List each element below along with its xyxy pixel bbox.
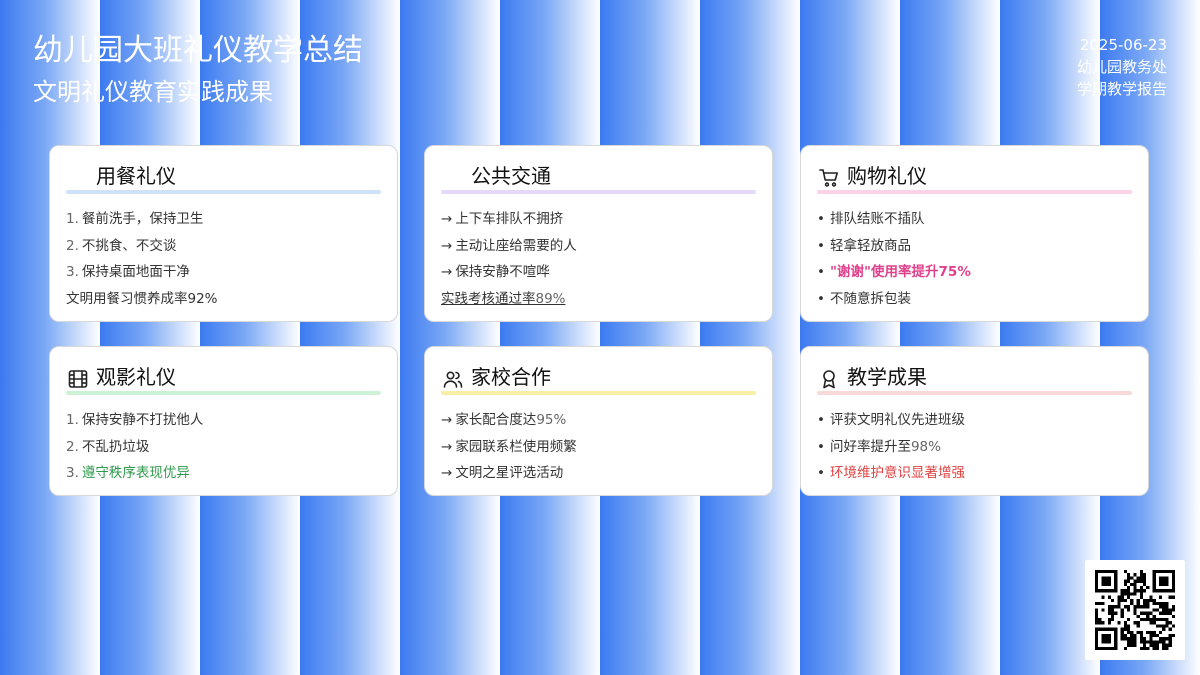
card-list: • 评获文明礼仪先进班级 • 问好率提升至98% • 环境维护意识显著增强 <box>817 407 1132 487</box>
qr-code[interactable] <box>1085 560 1185 660</box>
qr-code-image <box>1095 570 1175 650</box>
report-type: 学期教学报告 <box>1076 80 1167 98</box>
card-accent-line <box>66 391 381 395</box>
card-cinema: 观影礼仪 1. 保持安静不打扰他人 2. 不乱扔垃圾 3. 遵守秩序表现优异 <box>49 346 398 496</box>
header-left: 幼儿园大班礼仪教学总结 文明礼仪教育实践成果 <box>33 32 363 108</box>
list-item: → 保持安静不喧哗 <box>441 264 550 280</box>
card-accent-line <box>441 190 756 194</box>
list-item: 3. 保持桌面地面干净 <box>66 264 190 280</box>
list-item: → 主动让座给需要的人 <box>441 237 577 254</box>
highlight-item: • "谢谢"使用率提升75% <box>817 264 971 280</box>
list-item: → 家长配合度达95% <box>441 412 567 428</box>
card-accent-line <box>66 190 381 194</box>
list-item: • 轻拿轻放商品 <box>817 237 911 254</box>
list-item: • 不随意拆包装 <box>817 290 911 307</box>
header-meta: 2025-06-23 幼儿园教务处 学期教学报告 <box>1077 34 1167 100</box>
film-icon <box>68 369 88 389</box>
highlight-item: 实践考核通过率89% <box>441 290 566 307</box>
list-item: 2. 不挑食、不交谈 <box>66 237 177 254</box>
card-title: 用餐礼仪 <box>96 164 176 188</box>
card-list: 1. 餐前洗手，保持卫生 2. 不挑食、不交谈 3. 保持桌面地面干净 文明用餐习惯养… <box>66 206 381 312</box>
users-icon <box>443 369 463 389</box>
highlight-item: 文明用餐习惯养成率92% <box>66 290 218 307</box>
list-item: → 家园联系栏使用频繁 <box>441 438 577 455</box>
card-list: • 排队结账不插队 • 轻拿轻放商品 • "谢谢"使用率提升75% • 不随意拆包装 <box>817 206 1132 312</box>
shopping-cart-icon <box>819 168 839 188</box>
card-header: 教学成果 <box>817 363 1132 389</box>
list-item: 2. 不乱扔垃圾 <box>66 438 150 455</box>
card-list: → 家长配合度达95% → 家园联系栏使用频繁 → 文明之星评选活动 <box>441 407 756 487</box>
card-list: 1. 保持安静不打扰他人 2. 不乱扔垃圾 3. 遵守秩序表现优异 <box>66 407 381 487</box>
report-date: 2025-06-23 <box>1079 36 1167 54</box>
page-subtitle: 文明礼仪教育实践成果 <box>33 78 273 106</box>
card-title: 教学成果 <box>847 365 927 389</box>
card-title: 观影礼仪 <box>96 365 176 389</box>
card-shopping: 购物礼仪 • 排队结账不插队 • 轻拿轻放商品 • "谢谢"使用率提升75% • 不随意… <box>800 145 1149 322</box>
list-item: • 问好率提升至98% <box>817 438 941 455</box>
list-item: → 文明之星评选活动 <box>441 465 564 481</box>
card-accent-line <box>817 190 1132 194</box>
placeholder-icon <box>68 168 88 188</box>
card-header: 公共交通 <box>441 162 756 188</box>
award-icon <box>819 369 839 389</box>
highlight-item: 3. 遵守秩序表现优异 <box>66 465 190 481</box>
card-header: 家校合作 <box>441 363 756 389</box>
list-item: • 评获文明礼仪先进班级 <box>817 412 965 428</box>
list-item: 1. 保持安静不打扰他人 <box>66 412 204 428</box>
list-item: • 排队结账不插队 <box>817 211 925 227</box>
card-transport: 公共交通 → 上下车排队不拥挤 → 主动让座给需要的人 → 保持安静不喧哗 实践考核通… <box>424 145 773 322</box>
card-dining: 用餐礼仪 1. 餐前洗手，保持卫生 2. 不挑食、不交谈 3. 保持桌面地面干净 文明… <box>49 145 398 322</box>
card-header: 观影礼仪 <box>66 363 381 389</box>
card-header: 购物礼仪 <box>817 162 1132 188</box>
card-header: 用餐礼仪 <box>66 162 381 188</box>
list-item: → 上下车排队不拥挤 <box>441 211 564 227</box>
card-accent-line <box>441 391 756 395</box>
placeholder-icon <box>443 168 463 188</box>
card-results: 教学成果 • 评获文明礼仪先进班级 • 问好率提升至98% • 环境维护意识显著增强 <box>800 346 1149 496</box>
page-title: 幼儿园大班礼仪教学总结 <box>33 33 363 68</box>
card-home-school: 家校合作 → 家长配合度达95% → 家园联系栏使用频繁 → 文明之星评选活动 <box>424 346 773 496</box>
highlight-item: • 环境维护意识显著增强 <box>817 465 965 481</box>
card-title: 家校合作 <box>471 365 551 389</box>
list-item: 1. 餐前洗手，保持卫生 <box>66 211 204 227</box>
card-list: → 上下车排队不拥挤 → 主动让座给需要的人 → 保持安静不喧哗 实践考核通过率89% <box>441 206 756 312</box>
report-department: 幼儿园教务处 <box>1076 58 1167 76</box>
card-title: 公共交通 <box>471 164 551 188</box>
card-accent-line <box>817 391 1132 395</box>
card-title: 购物礼仪 <box>847 164 927 188</box>
